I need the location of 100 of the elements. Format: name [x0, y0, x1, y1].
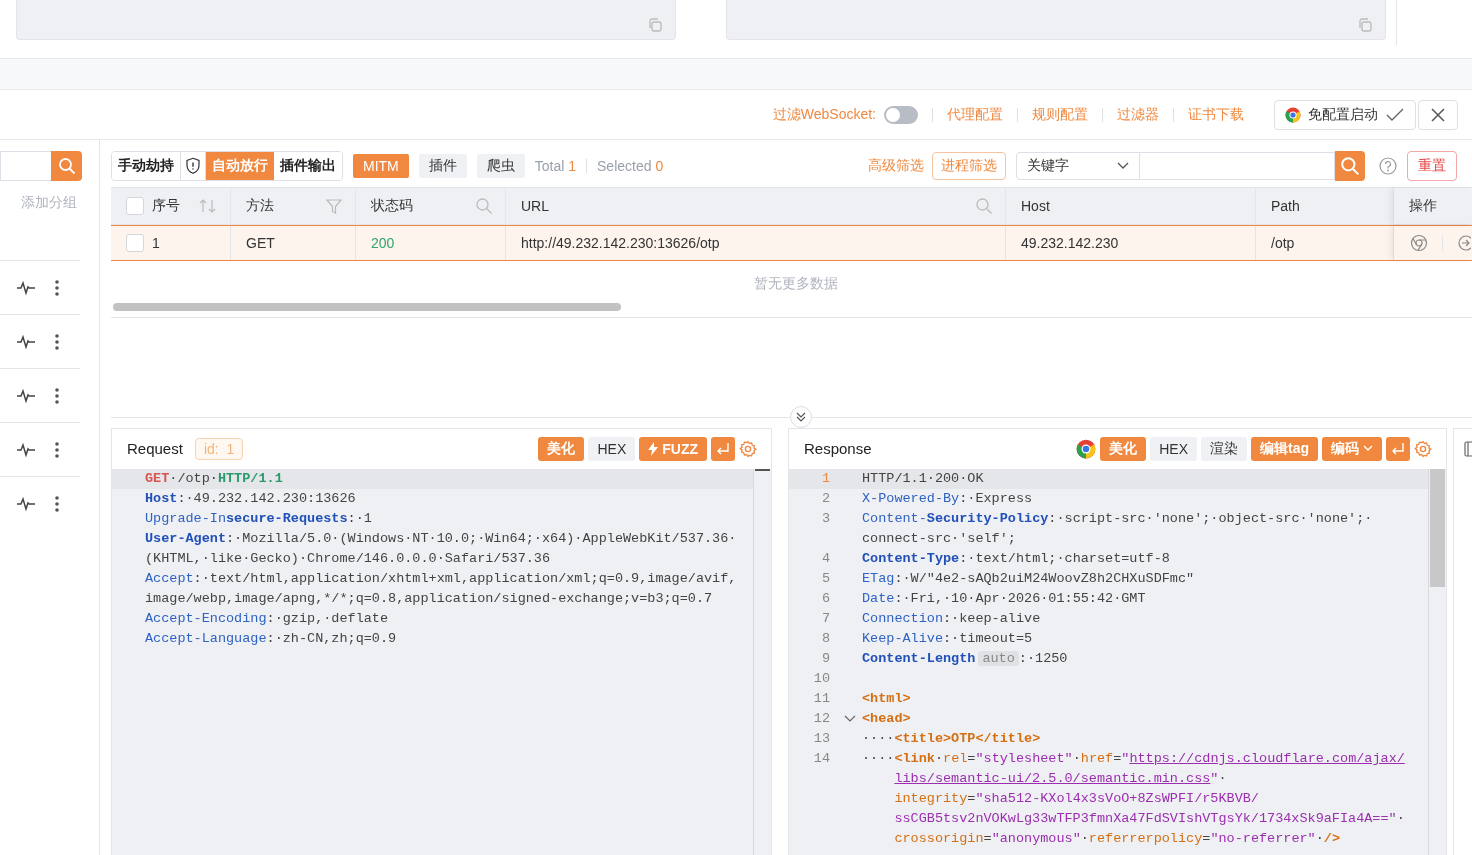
search-field[interactable]: [1140, 152, 1335, 180]
collapse-button[interactable]: [790, 406, 812, 428]
code-line: connect-src·'self';: [862, 531, 1016, 547]
copy-icon[interactable]: [1357, 17, 1373, 33]
column-header[interactable]: Host: [1006, 188, 1256, 224]
lightning-icon: [648, 442, 659, 456]
table-cell: GET: [246, 235, 275, 251]
column-header[interactable]: 操作: [1394, 188, 1472, 224]
search-button[interactable]: [51, 151, 82, 181]
code-line: (KHTML,·like·Gecko)·Chrome/146.0.0.0·Safari/537.36: [145, 551, 551, 567]
websocket-toggle[interactable]: [884, 105, 918, 124]
more-icon[interactable]: [54, 440, 60, 459]
column-header[interactable]: 序号: [111, 188, 231, 224]
line-number: 11: [813, 691, 830, 707]
settings-icon[interactable]: [739, 440, 757, 458]
scrollbar-thumb[interactable]: [1430, 469, 1445, 587]
line-number: 7: [821, 611, 830, 627]
caret-icon: [1117, 162, 1129, 170]
code-line: Date:·Fri,·10·Apr·2026·01:55:42·GMT: [862, 591, 1146, 607]
line-number: 13: [813, 731, 830, 747]
code-line: crossorigin="anonymous"·referrerpolicy="no-referrer"·/>: [893, 831, 1341, 847]
toolbar-button[interactable]: 渲染: [1201, 437, 1247, 461]
search-icon[interactable]: [475, 197, 493, 215]
total-count: Total 1: [534, 158, 577, 174]
table-cell: 200: [371, 235, 395, 251]
fold-caret-icon[interactable]: [844, 715, 856, 723]
help-icon[interactable]: [1379, 157, 1397, 175]
code-line: <head>: [862, 711, 911, 727]
caret-icon: [1363, 445, 1373, 453]
code-line: Content-Length auto :·1250: [862, 651, 1068, 667]
code-line: ETag:·W/"4e2-sAQb2uiM24WoovZ8h2CHXuSDFmc": [862, 571, 1195, 587]
search-icon: [1340, 156, 1360, 176]
wrap-button[interactable]: [711, 437, 735, 461]
code-line: X-Powered-By:·Express: [862, 491, 1033, 507]
code-line: User-Agent:·Mozilla/5.0·(Windows·NT·10.0;·Win64;·x64)·AppleWebKit/537.36·: [145, 531, 737, 547]
code-line: Accept-Encoding:·gzip,·deflate: [145, 611, 389, 627]
line-number: 4: [821, 551, 830, 567]
line-number: 10: [813, 671, 830, 687]
line-number: 14: [813, 751, 830, 767]
scrollbar-thumb[interactable]: [113, 303, 621, 311]
search-button[interactable]: [1335, 151, 1365, 181]
activity-icon[interactable]: [16, 279, 36, 296]
double-chevron-icon: [795, 411, 807, 423]
line-number: 5: [821, 571, 830, 587]
line-number: 2: [821, 491, 830, 507]
line-number: 1: [821, 471, 830, 487]
code-line: GET·/otp·HTTP/1.1: [145, 471, 283, 487]
browser-icon: [1285, 106, 1301, 123]
search-icon: [57, 157, 76, 175]
search-type-select[interactable]: 关键字: [1016, 152, 1140, 180]
close-icon: [1430, 106, 1446, 123]
code-line: Content-Type:·text/html;·charset=utf-8: [862, 551, 1170, 567]
code-line: Upgrade-Insecure-Requests:·1: [145, 511, 372, 527]
activity-icon[interactable]: [16, 333, 36, 350]
table-row[interactable]: 1 GET 200 http://49.232.142.230:13626/otp 49.232.142.230 /otp: [111, 225, 1472, 261]
code-line: ····<title>OTP</title>: [862, 731, 1041, 747]
return-arrow-icon: [1391, 442, 1405, 456]
settings-icon[interactable]: [1414, 440, 1432, 458]
code-line: <html>: [862, 691, 911, 707]
filter-tab[interactable]: 爬虫: [476, 154, 525, 178]
activity-icon[interactable]: [16, 387, 36, 404]
more-icon[interactable]: [54, 494, 60, 513]
check-icon: [1385, 106, 1405, 123]
more-icon[interactable]: [54, 386, 60, 405]
scrollbar-thumb[interactable]: [755, 469, 770, 471]
code-line: integrity="sha512-KXol4x3sVoO+8ZsWPFI/r5KBVB/: [893, 791, 1259, 807]
close-button[interactable]: [1418, 99, 1458, 130]
toolbar-button[interactable]: HEX: [588, 437, 636, 461]
code-line: image/webp,image/apng,*/*;q=0.8,application/signed-exchange;v=b3;q=0.7: [145, 591, 713, 607]
code-line: HTTP/1.1·200·OK: [862, 471, 984, 487]
column-header[interactable]: 方法: [231, 188, 356, 224]
header-checkbox[interactable]: [126, 197, 144, 215]
panel-icon[interactable]: [1464, 441, 1472, 457]
line-number: 3: [821, 511, 830, 527]
browser-icon[interactable]: [1410, 234, 1428, 252]
code-line: ····<link·rel="stylesheet"·href="https://cdnjs.cloudflare.com/ajax/: [862, 751, 1405, 767]
websocket-filter-label: 过滤WebSocket:: [772, 105, 876, 124]
search-icon[interactable]: [975, 197, 993, 215]
line-number: 9: [821, 651, 830, 667]
code-line: Host:·49.232.142.230:13626: [145, 491, 356, 507]
browser-icon[interactable]: [1076, 439, 1097, 459]
filter-tab[interactable]: 插件: [418, 154, 467, 178]
filter-icon[interactable]: [325, 197, 343, 215]
return-arrow-icon: [716, 442, 730, 456]
activity-icon[interactable]: [16, 495, 36, 512]
sort-icon[interactable]: [198, 198, 218, 214]
line-number: 12: [813, 711, 830, 727]
row-checkbox[interactable]: [126, 234, 144, 252]
column-header[interactable]: 状态码: [356, 188, 506, 224]
table-cell: 1: [152, 235, 160, 251]
column-header[interactable]: Path: [1256, 188, 1394, 224]
toolbar-button[interactable]: HEX: [1150, 437, 1197, 461]
wrap-button[interactable]: [1386, 437, 1410, 461]
activity-icon[interactable]: [16, 441, 36, 458]
more-icon[interactable]: [54, 332, 60, 351]
column-header[interactable]: URL: [506, 188, 1006, 224]
copy-icon[interactable]: [647, 17, 663, 33]
reset-button[interactable]: 重置: [1407, 151, 1457, 181]
launch-button[interactable]: 免配置启动: [1274, 99, 1416, 130]
more-icon[interactable]: [54, 278, 60, 297]
